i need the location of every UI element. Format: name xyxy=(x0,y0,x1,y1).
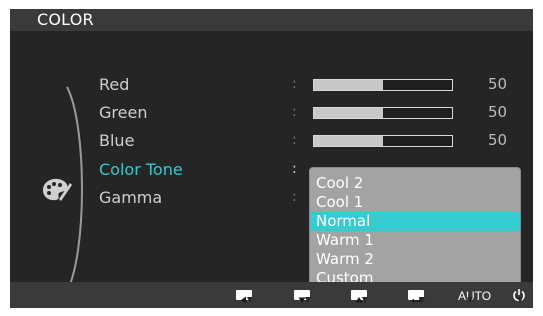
button-pointer xyxy=(247,297,253,303)
color-tone-dropdown[interactable]: Cool 2 Cool 1 Normal Warm 1 Warm 2 Custo… xyxy=(309,167,521,292)
button-guide-bar: AUTO xyxy=(10,282,533,308)
button-pointer xyxy=(517,297,523,303)
auto-button[interactable]: AUTO xyxy=(458,289,491,303)
option-normal[interactable]: Normal xyxy=(310,212,520,231)
option-cool-1[interactable]: Cool 1 xyxy=(310,193,520,212)
osd-menu: COLOR Red Green Blue Color Tone Gamma : … xyxy=(10,9,533,308)
menu-panel: Red Green Blue Color Tone Gamma : : : : … xyxy=(10,31,533,292)
menu-item-color-tone[interactable]: Color Tone xyxy=(99,160,183,179)
button-pointer xyxy=(305,297,311,303)
option-cool-2[interactable]: Cool 2 xyxy=(310,174,520,193)
menu-item-gamma[interactable]: Gamma xyxy=(99,188,162,207)
green-value: 50 xyxy=(488,103,508,121)
red-slider[interactable] xyxy=(313,79,453,91)
button-pointer xyxy=(419,297,425,303)
title-bar: COLOR xyxy=(10,9,533,31)
blue-value: 50 xyxy=(488,131,508,149)
menu-brace-icon xyxy=(66,86,83,292)
green-slider[interactable] xyxy=(313,107,453,119)
button-pointer xyxy=(467,297,473,303)
separator-colon: : xyxy=(292,189,297,205)
separator-colon: : xyxy=(292,161,297,177)
option-warm-1[interactable]: Warm 1 xyxy=(310,231,520,250)
blue-slider[interactable] xyxy=(313,135,453,147)
separator-colon: : xyxy=(292,104,297,120)
button-pointer xyxy=(362,297,368,303)
menu-title: COLOR xyxy=(37,10,94,29)
menu-item-blue[interactable]: Blue xyxy=(99,131,134,150)
option-warm-2[interactable]: Warm 2 xyxy=(310,250,520,269)
separator-colon: : xyxy=(292,76,297,92)
red-value: 50 xyxy=(488,75,508,93)
menu-item-red[interactable]: Red xyxy=(99,75,129,94)
menu-item-green[interactable]: Green xyxy=(99,103,147,122)
separator-colon: : xyxy=(292,132,297,148)
